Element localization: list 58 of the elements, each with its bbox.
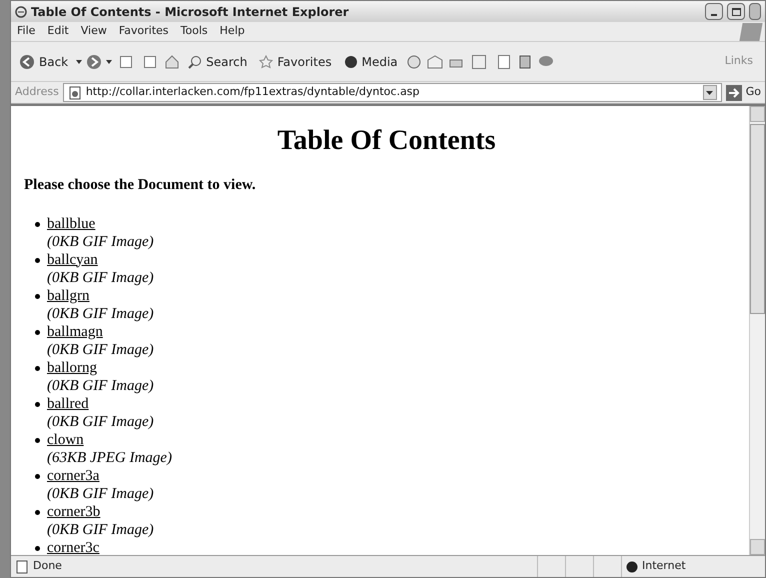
status-text: Done — [33, 558, 63, 574]
bullet-icon — [35, 474, 40, 478]
menu-item[interactable]: Edit — [41, 23, 75, 40]
document-link[interactable]: corner3a — [47, 466, 154, 484]
menu-item[interactable]: Favorites — [112, 23, 175, 40]
favorites-button[interactable]: Favorites — [255, 52, 336, 70]
document-info: (63KB JPEG Image) — [47, 448, 172, 466]
document-info: (0KB GIF Image) — [47, 376, 154, 394]
document-link[interactable]: ballorng — [47, 358, 154, 376]
bullet-icon — [35, 438, 40, 442]
document-info: (0KB GIF Image) — [47, 304, 154, 322]
document-link[interactable]: ballmagn — [47, 322, 154, 340]
document-info: (0KB GIF Image) — [47, 520, 154, 538]
bullet-icon — [35, 402, 40, 406]
search-button[interactable]: Search — [184, 52, 252, 70]
document-info: (0KB GIF Image) — [47, 340, 154, 358]
search-icon — [188, 54, 202, 68]
bullet-icon — [35, 330, 40, 334]
bullet-icon — [35, 366, 40, 370]
document-info: (0KB GIF Image) — [47, 484, 154, 502]
menu-item[interactable]: Help — [214, 23, 251, 40]
dropdown-caret-icon[interactable] — [702, 85, 717, 100]
maximize-button[interactable] — [727, 3, 745, 20]
bullet-icon — [35, 258, 40, 262]
document-link[interactable]: clown — [47, 430, 172, 448]
menu-item[interactable]: File — [11, 23, 42, 40]
document-link[interactable]: corner3b — [47, 502, 154, 520]
window-title: Table Of Contents - Microsoft Internet Explorer — [31, 4, 350, 20]
menu-item[interactable]: Tools — [174, 23, 214, 40]
document-link[interactable]: corner3c — [47, 538, 100, 555]
document-link[interactable]: ballblue — [47, 214, 154, 232]
close-button[interactable] — [749, 3, 761, 20]
menu-item[interactable]: View — [74, 23, 113, 40]
scrollbar[interactable] — [749, 106, 765, 555]
go-arrow-icon — [726, 84, 742, 100]
home-icon[interactable] — [164, 54, 180, 70]
page-heading: Table Of Contents — [276, 124, 497, 158]
dropdown-caret-icon[interactable] — [106, 60, 112, 64]
dropdown-caret-icon[interactable] — [76, 60, 82, 64]
minimize-button[interactable] — [705, 3, 723, 20]
document-link[interactable]: ballcyan — [47, 250, 154, 268]
document-info: (0KB GIF Image) — [47, 412, 154, 430]
star-icon — [259, 54, 274, 68]
document-info: (0KB GIF Image) — [47, 268, 154, 286]
bullet-icon — [35, 294, 40, 298]
address-label: Address — [15, 84, 59, 100]
document-link[interactable]: ballgrn — [47, 286, 154, 304]
media-button[interactable]: Media — [340, 52, 402, 70]
bullet-icon — [35, 222, 40, 226]
document-link[interactable]: ballred — [47, 394, 154, 412]
zone-text: Internet — [642, 558, 686, 574]
bullet-icon — [35, 546, 40, 550]
document-info: (0KB GIF Image) — [47, 232, 154, 250]
go-button[interactable]: Go — [726, 84, 761, 101]
prompt-text: Please choose the Document to view. — [24, 176, 257, 195]
address-field[interactable]: http://collar.interlacken.com/fp11extras/dyntable/dyntoc.asp — [62, 83, 722, 102]
bullet-icon — [35, 510, 40, 514]
back-button[interactable]: Back — [15, 52, 72, 70]
